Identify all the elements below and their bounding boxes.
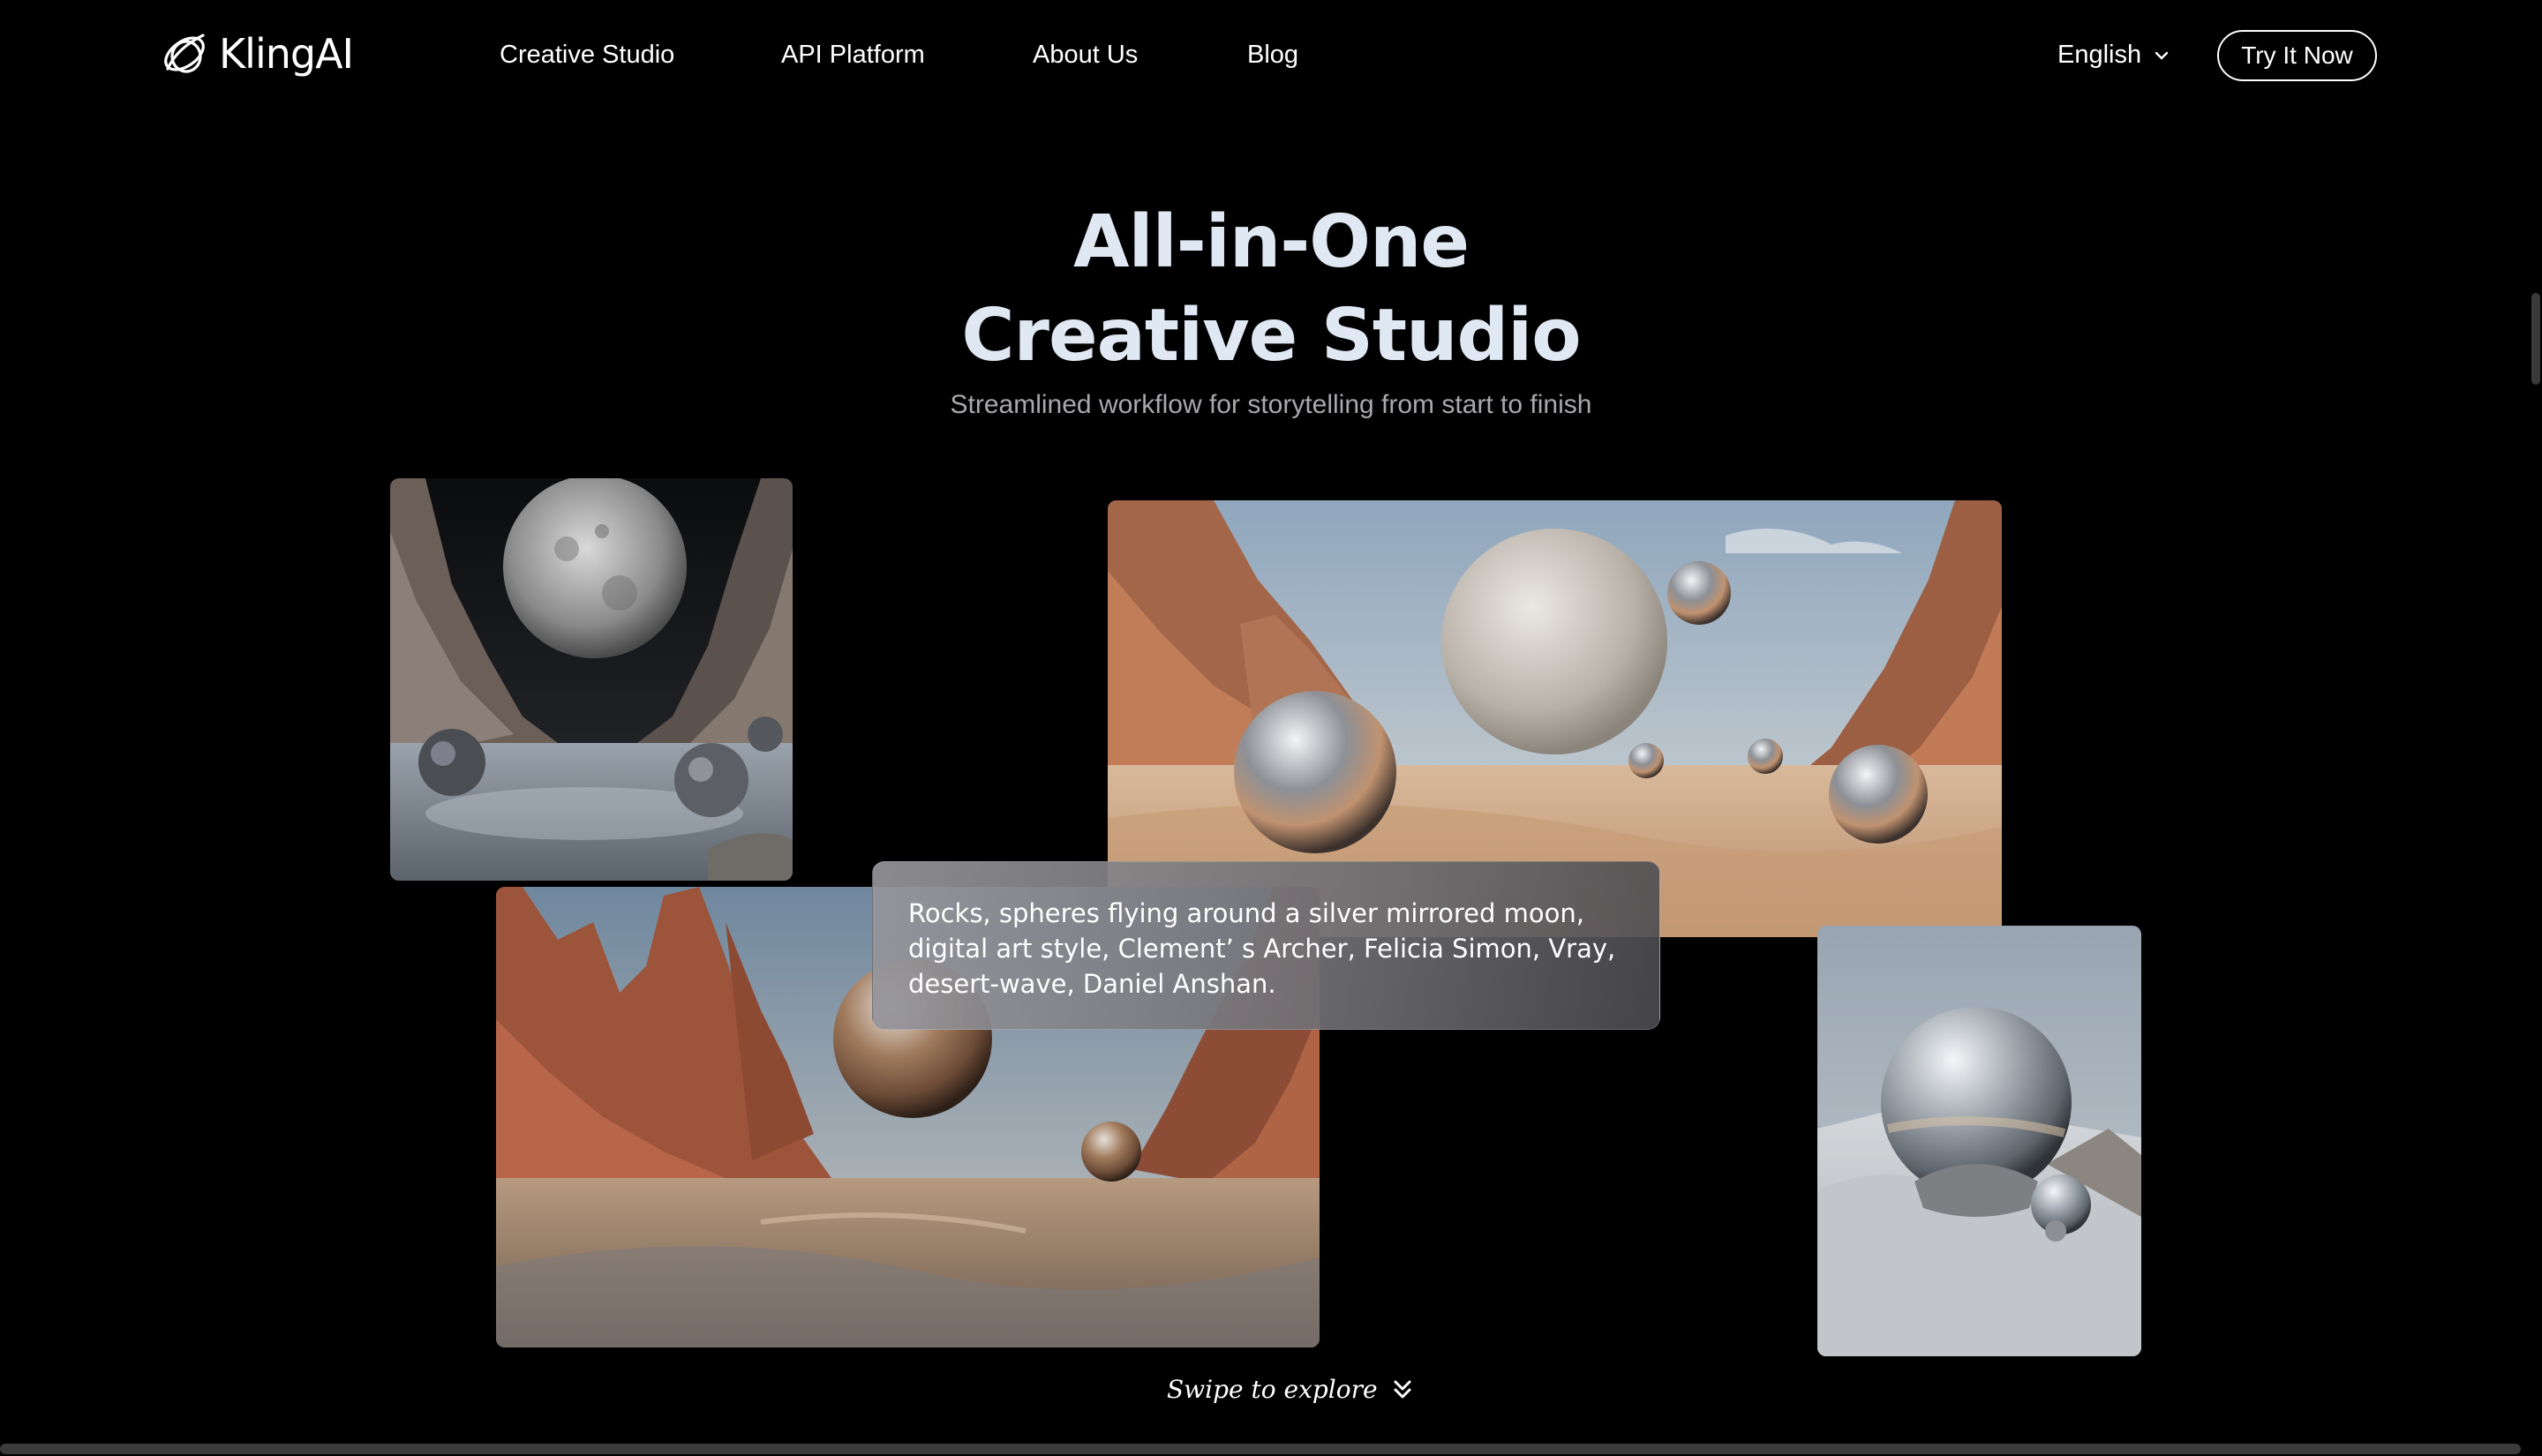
- language-label: English: [2057, 41, 2142, 69]
- vertical-scrollbar[interactable]: [2531, 293, 2540, 385]
- nav-creative-studio[interactable]: Creative Studio: [500, 41, 674, 70]
- double-chevron-down-icon: [1394, 1380, 1411, 1398]
- prompt-text: Rocks, spheres flying around a silver mi…: [908, 898, 1616, 999]
- hero-title-line-2: Creative Studio: [961, 294, 1581, 378]
- hero-title-line-1: All-in-One: [1073, 200, 1470, 284]
- hero-title: All-in-One Creative Studio: [0, 196, 2542, 383]
- top-nav: KlingAI Creative Studio API Platform Abo…: [0, 0, 2542, 113]
- nav-api-platform[interactable]: API Platform: [781, 41, 925, 70]
- try-it-now-button[interactable]: Try It Now: [2217, 30, 2377, 81]
- brand-name: KlingAI: [219, 30, 354, 78]
- nav-blog[interactable]: Blog: [1247, 41, 1298, 70]
- horizontal-scrollbar[interactable]: [0, 1444, 2521, 1454]
- gallery-image-snow-sphere[interactable]: [1817, 926, 2141, 1356]
- hero-subtitle: Streamlined workflow for storytelling fr…: [950, 390, 1592, 419]
- chevron-down-icon: [2155, 51, 2169, 59]
- nav-about-us[interactable]: About Us: [1033, 41, 1138, 70]
- language-selector[interactable]: English: [2057, 41, 2171, 70]
- kling-logo-icon: [164, 34, 205, 73]
- brand-logo[interactable]: KlingAI: [157, 26, 354, 81]
- prompt-card: Rocks, spheres flying around a silver mi…: [872, 861, 1660, 1030]
- swipe-label: Swipe to explore: [1167, 1375, 1378, 1404]
- gallery-image-moon-canyon[interactable]: [390, 478, 793, 881]
- swipe-to-explore[interactable]: Swipe to explore: [1167, 1375, 1415, 1404]
